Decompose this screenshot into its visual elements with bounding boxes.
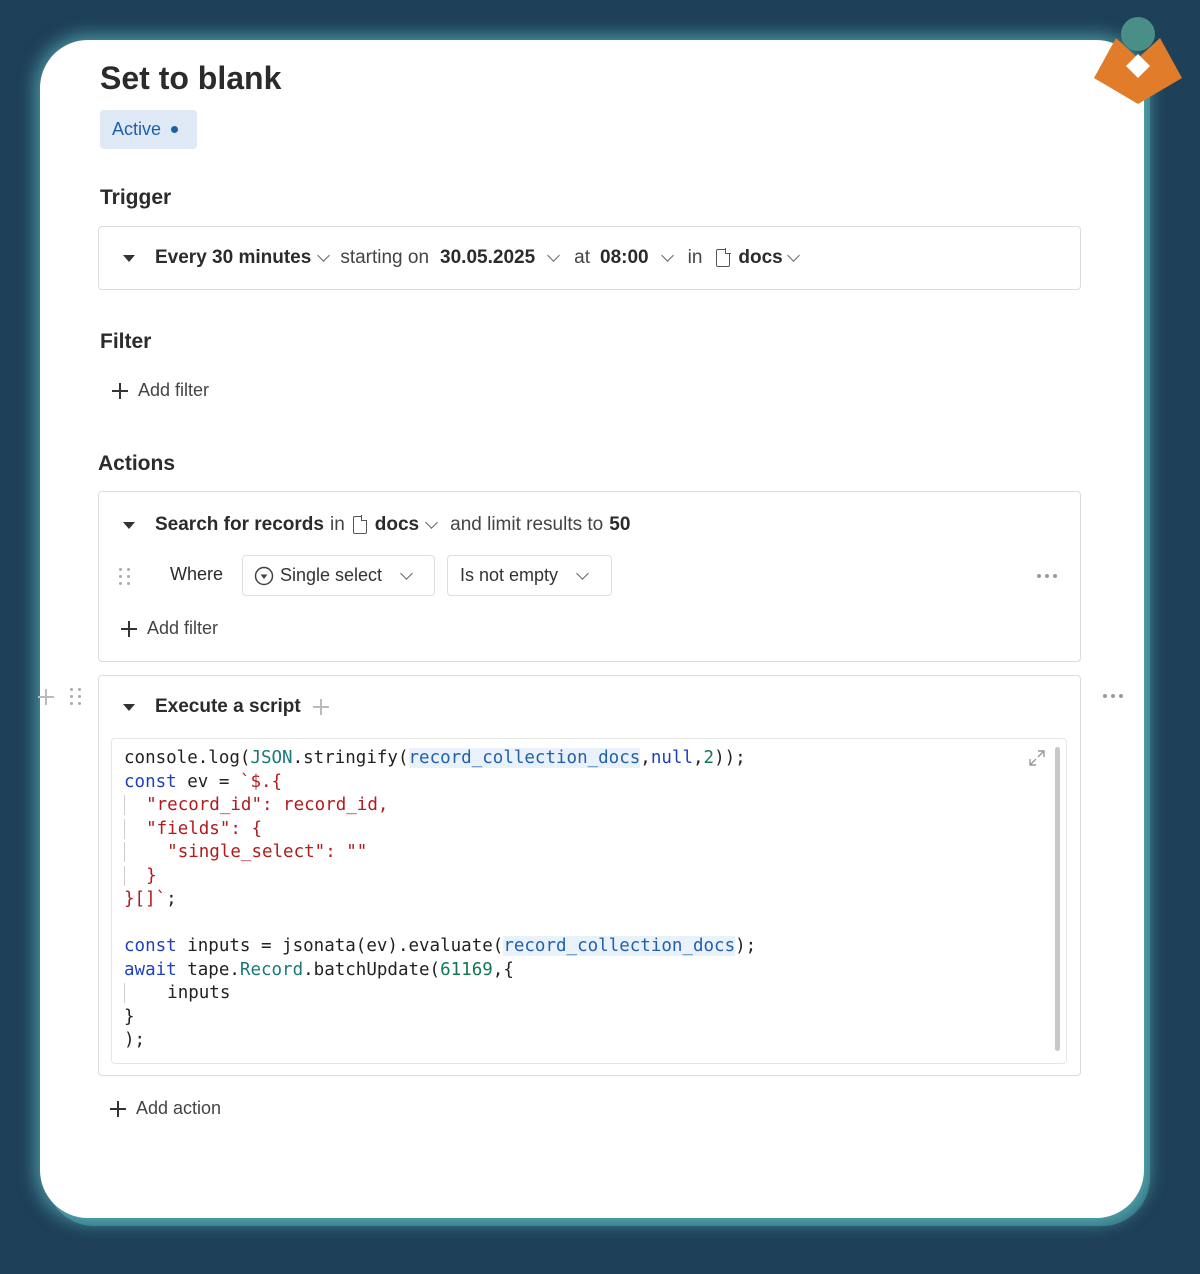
brand-logo-icon (1094, 17, 1182, 104)
chevron-down-icon[interactable] (547, 249, 561, 262)
code-line-1: console.log(JSON.stringify(record_collec… (124, 748, 746, 768)
add-variable-icon[interactable] (312, 699, 329, 715)
code-line-12: ); (124, 1030, 146, 1050)
operator-select[interactable]: Is not empty (447, 555, 612, 596)
more-options-icon[interactable] (1103, 694, 1123, 698)
search-in-label: in (329, 514, 345, 535)
search-add-filter-label: Add filter (147, 618, 219, 638)
script-editor[interactable]: console.log(JSON.stringify(record_collec… (111, 738, 1067, 1064)
chevron-down-icon[interactable] (425, 516, 438, 529)
code-line-10: inputs (167, 983, 231, 1003)
collapse-caret-icon[interactable] (123, 703, 135, 711)
trigger-box: Every 30 minutes starting on 30.05.2025 … (98, 226, 1081, 290)
chevron-down-icon[interactable] (660, 249, 674, 262)
code-block: console.log(JSON.stringify(record_collec… (124, 747, 756, 1053)
add-filter-button[interactable]: Add filter (112, 380, 209, 401)
table-icon (352, 515, 368, 534)
search-limit-label: and limit results to (450, 514, 604, 535)
status-badge[interactable]: Active (100, 110, 197, 149)
plus-icon (121, 620, 137, 637)
drag-handle-icon[interactable] (70, 688, 82, 705)
trigger-heading: Trigger (100, 186, 172, 209)
script-action-label: Execute a script (155, 696, 301, 717)
trigger-time-picker[interactable]: 08:00 (600, 247, 649, 269)
code-line-11: } (124, 1006, 135, 1027)
trigger-interval-dropdown[interactable]: Every 30 minutes (155, 247, 311, 269)
status-label: Active (112, 119, 162, 139)
field-select[interactable]: Single select (242, 555, 435, 596)
trigger-starting-label: starting on (340, 247, 430, 268)
editor-scrollbar[interactable] (1055, 747, 1060, 1051)
search-action-box: Search for records in docs and limit res… (98, 491, 1081, 662)
insert-action-icon[interactable] (38, 689, 54, 705)
add-filter-label: Add filter (138, 380, 210, 400)
table-icon (716, 248, 731, 267)
code-line-6: } (146, 865, 157, 886)
code-line-5: "single_select": "" (167, 842, 368, 862)
collapse-caret-icon[interactable] (123, 254, 135, 262)
plus-icon (112, 382, 128, 399)
chevron-down-icon[interactable] (317, 249, 331, 262)
code-line-2: const ev = `$.{ (124, 771, 283, 792)
trigger-table-dropdown[interactable]: docs (738, 247, 782, 269)
field-select-label: Single select (280, 565, 383, 585)
collapse-caret-icon[interactable] (123, 521, 135, 529)
add-action-label: Add action (136, 1098, 222, 1118)
search-action-label: Search for records (155, 514, 324, 535)
search-add-filter-button[interactable]: Add filter (121, 618, 218, 639)
single-select-field-icon (254, 566, 274, 585)
code-line-3: "record_id": record_id, (146, 795, 389, 815)
plus-icon (110, 1100, 126, 1117)
status-dot-icon (171, 126, 179, 133)
chevron-down-icon (576, 566, 589, 580)
code-line-8: const inputs = jsonata(ev).evaluate(reco… (124, 936, 757, 956)
code-line-4: "fields": { (146, 818, 262, 839)
add-action-button[interactable]: Add action (110, 1098, 221, 1119)
drag-handle-icon[interactable] (119, 568, 131, 585)
chevron-down-icon[interactable] (786, 249, 800, 262)
expand-icon[interactable] (1028, 749, 1046, 767)
where-label: Where (170, 564, 224, 584)
code-line-9: await tape.Record.batchUpdate(61169,{ (124, 959, 514, 980)
trigger-in-label: in (687, 247, 703, 268)
search-table-dropdown[interactable]: docs (375, 514, 419, 536)
page-title: Set to blank (100, 60, 282, 96)
code-line-7: }[]`; (124, 889, 177, 909)
chevron-down-icon (400, 566, 413, 580)
actions-heading: Actions (98, 452, 176, 475)
filter-heading: Filter (100, 330, 152, 353)
operator-select-label: Is not empty (460, 565, 559, 585)
trigger-date-picker[interactable]: 30.05.2025 (440, 247, 535, 269)
search-limit-value[interactable]: 50 (609, 514, 630, 536)
more-options-icon[interactable] (1037, 574, 1057, 578)
trigger-at-label: at (574, 247, 590, 268)
